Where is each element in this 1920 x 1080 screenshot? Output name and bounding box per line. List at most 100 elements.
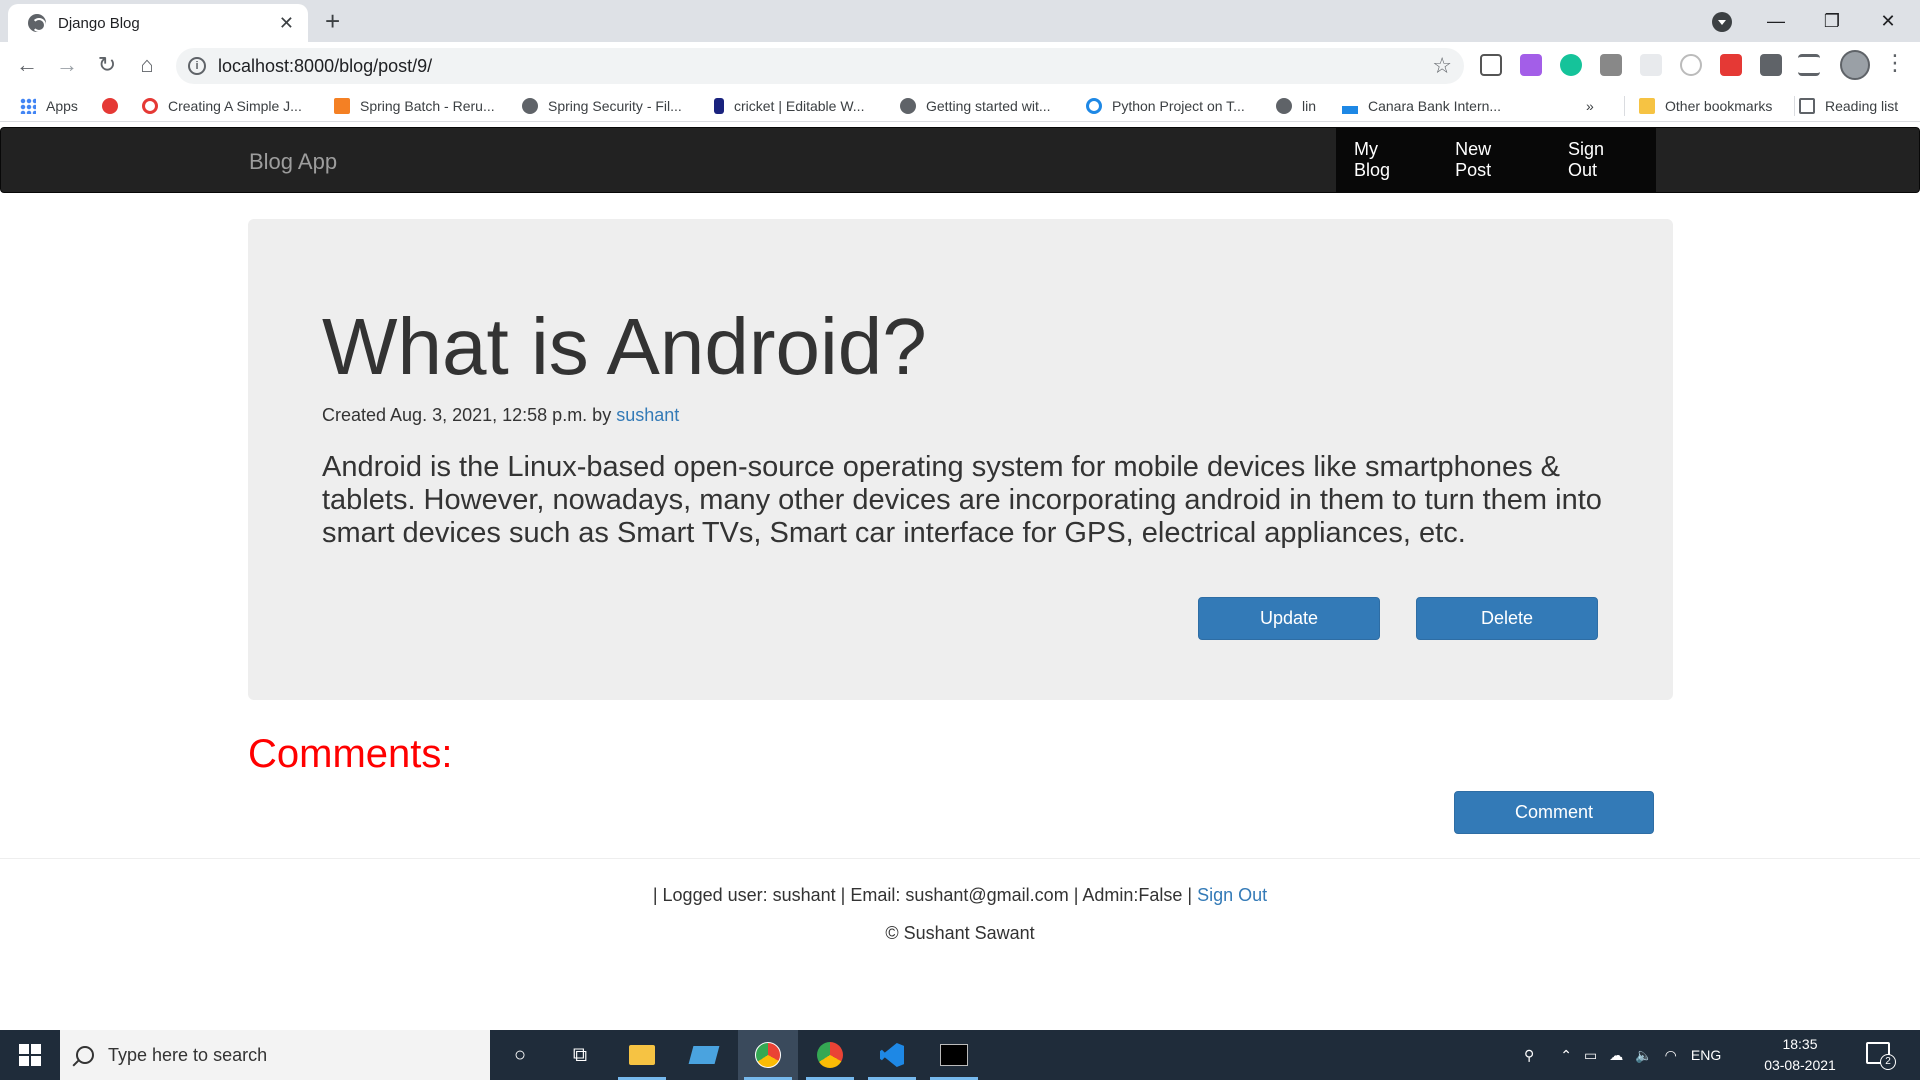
- system-tray: ⚲ ⌃ ▭ ☁ 🔈 ◠ ENG: [1524, 1030, 1721, 1080]
- minimize-button[interactable]: —: [1748, 11, 1804, 32]
- file-explorer-icon[interactable]: [612, 1030, 672, 1080]
- bookmarks-overflow[interactable]: »: [1586, 96, 1594, 116]
- bookmark-item[interactable]: cricket | Editable W...: [714, 96, 864, 116]
- globe-icon: [1276, 98, 1292, 114]
- bookmark-item[interactable]: Canara Bank Intern...: [1342, 96, 1501, 116]
- onedrive-icon[interactable]: ☁: [1609, 1047, 1623, 1064]
- nav-new-post[interactable]: New Post: [1455, 139, 1531, 181]
- post-created: Created Aug. 3, 2021, 12:58 p.m. by: [322, 405, 617, 425]
- bookmark-item[interactable]: [102, 96, 118, 116]
- taskbar-search[interactable]: Type here to search: [60, 1030, 490, 1080]
- globe-icon: [28, 14, 46, 32]
- bookmark-item[interactable]: Python Project on T...: [1086, 96, 1245, 116]
- bookmark-apps[interactable]: Apps: [20, 96, 78, 116]
- stackoverflow-icon: [334, 98, 350, 114]
- footer-user-text: | Logged user: sushant | Email: sushant@…: [652, 885, 1198, 905]
- extension-icon[interactable]: [1680, 54, 1702, 76]
- footer-sign-out-link[interactable]: Sign Out: [1197, 885, 1267, 905]
- taskbar-search-placeholder: Type here to search: [108, 1044, 268, 1065]
- puzzle-extensions-icon[interactable]: [1760, 54, 1782, 76]
- browser-tab[interactable]: Django Blog ✕: [8, 4, 308, 42]
- chrome-profile-taskbar-icon[interactable]: [800, 1030, 860, 1080]
- nav-sign-out[interactable]: Sign Out: [1568, 139, 1637, 181]
- globe-icon: [900, 98, 916, 114]
- new-tab-button[interactable]: +: [325, 6, 340, 37]
- laptop-app-icon[interactable]: [674, 1030, 734, 1080]
- footer-copyright: © Sushant Sawant: [885, 923, 1035, 943]
- apps-grid-icon: [20, 98, 36, 114]
- tp-extension-icon[interactable]: [1720, 54, 1742, 76]
- browser-toolbar: ← → ↻ ⌂ i localhost:8000/blog/post/9/ ☆ …: [0, 42, 1920, 90]
- address-bar[interactable]: i localhost:8000/blog/post/9/ ☆: [176, 48, 1464, 84]
- extension-icon[interactable]: [1640, 54, 1662, 76]
- bookmark-item[interactable]: Getting started wit...: [900, 96, 1051, 116]
- post-title: What is Android?: [322, 302, 927, 391]
- brand-link[interactable]: Blog App: [249, 149, 337, 175]
- bookmark-item[interactable]: lin: [1276, 96, 1316, 116]
- tab-search-icon[interactable]: [1712, 12, 1732, 32]
- back-icon[interactable]: ←: [12, 52, 42, 78]
- clock-date: 03-08-2021: [1764, 1057, 1836, 1073]
- language-indicator[interactable]: ENG: [1691, 1047, 1721, 1063]
- windows-start-icon[interactable]: [0, 1030, 60, 1080]
- extension-icon[interactable]: [1520, 54, 1542, 76]
- reload-icon[interactable]: ↻: [92, 52, 122, 78]
- close-tab-icon[interactable]: ✕: [279, 13, 294, 34]
- canara-icon: [1342, 98, 1358, 114]
- tab-title: Django Blog: [58, 14, 140, 32]
- home-icon[interactable]: ⌂: [132, 52, 162, 78]
- post-meta: Created Aug. 3, 2021, 12:58 p.m. by sush…: [322, 405, 679, 426]
- reading-list[interactable]: Reading list: [1794, 96, 1898, 116]
- bookmarks-bar: Apps Creating A Simple J... Spring Batch…: [0, 90, 1920, 122]
- site-info-icon[interactable]: i: [188, 57, 206, 75]
- post-panel: What is Android? Created Aug. 3, 2021, 1…: [248, 219, 1673, 700]
- cricket-icon: [714, 98, 724, 114]
- extension-icon[interactable]: [1600, 54, 1622, 76]
- site-navbar: Blog App My Blog New Post Sign Out: [0, 127, 1920, 193]
- browser-tabstrip: Django Blog ✕ + — ❐ ✕: [0, 0, 1920, 42]
- update-button[interactable]: Update: [1198, 597, 1380, 640]
- footer-divider: [0, 858, 1920, 859]
- nav-links: My Blog New Post Sign Out: [1336, 128, 1656, 192]
- forward-icon[interactable]: →: [52, 52, 82, 78]
- battery-icon[interactable]: ▭: [1584, 1047, 1597, 1064]
- opera-icon: [142, 98, 158, 114]
- bookmark-item[interactable]: Spring Batch - Reru...: [334, 96, 495, 116]
- comments-heading: Comments:: [248, 732, 453, 776]
- notification-count: 2: [1880, 1054, 1896, 1070]
- vscode-icon[interactable]: [862, 1030, 922, 1080]
- windows-taskbar: Type here to search ○ ⧉ ⚲ ⌃ ▭ ☁ 🔈 ◠ ENG …: [0, 1030, 1920, 1080]
- delete-button[interactable]: Delete: [1416, 597, 1598, 640]
- chevron-up-icon[interactable]: ⌃: [1560, 1047, 1572, 1064]
- taskbar-clock[interactable]: 18:35 03-08-2021: [1760, 1034, 1840, 1076]
- task-view-icon[interactable]: ⧉: [550, 1030, 610, 1080]
- volume-icon[interactable]: 🔈: [1635, 1047, 1652, 1064]
- json-extension-icon[interactable]: [1480, 54, 1502, 76]
- close-window-button[interactable]: ✕: [1860, 11, 1916, 32]
- bookmark-item[interactable]: Creating A Simple J...: [142, 96, 302, 116]
- comment-button[interactable]: Comment: [1454, 791, 1654, 834]
- profile-avatar[interactable]: [1840, 50, 1870, 80]
- terminal-icon[interactable]: [924, 1030, 984, 1080]
- wifi-icon[interactable]: ◠: [1665, 1047, 1677, 1064]
- cortana-icon[interactable]: ○: [490, 1030, 550, 1080]
- clock-time: 18:35: [1782, 1036, 1818, 1052]
- nav-my-blog[interactable]: My Blog: [1354, 139, 1418, 181]
- grammarly-icon[interactable]: [1560, 54, 1582, 76]
- globe-icon: [522, 98, 538, 114]
- bookmark-item[interactable]: Spring Security - Fil...: [522, 96, 682, 116]
- restore-button[interactable]: ❐: [1804, 11, 1860, 32]
- search-icon: [76, 1046, 94, 1064]
- notification-center-icon[interactable]: 2: [1866, 1042, 1896, 1070]
- reading-list-icon: [1799, 98, 1815, 114]
- post-author-link[interactable]: sushant: [616, 405, 679, 425]
- folder-icon: [1639, 98, 1655, 114]
- other-bookmarks[interactable]: Other bookmarks: [1624, 96, 1772, 116]
- people-icon[interactable]: ⚲: [1524, 1047, 1534, 1064]
- python-icon: [1086, 98, 1102, 114]
- browser-menu-icon[interactable]: ⋮: [1884, 50, 1906, 76]
- bookmark-star-icon[interactable]: ☆: [1432, 53, 1452, 79]
- media-control-icon[interactable]: [1798, 54, 1820, 76]
- chrome-taskbar-icon[interactable]: [738, 1030, 798, 1080]
- address-url[interactable]: localhost:8000/blog/post/9/: [218, 56, 432, 77]
